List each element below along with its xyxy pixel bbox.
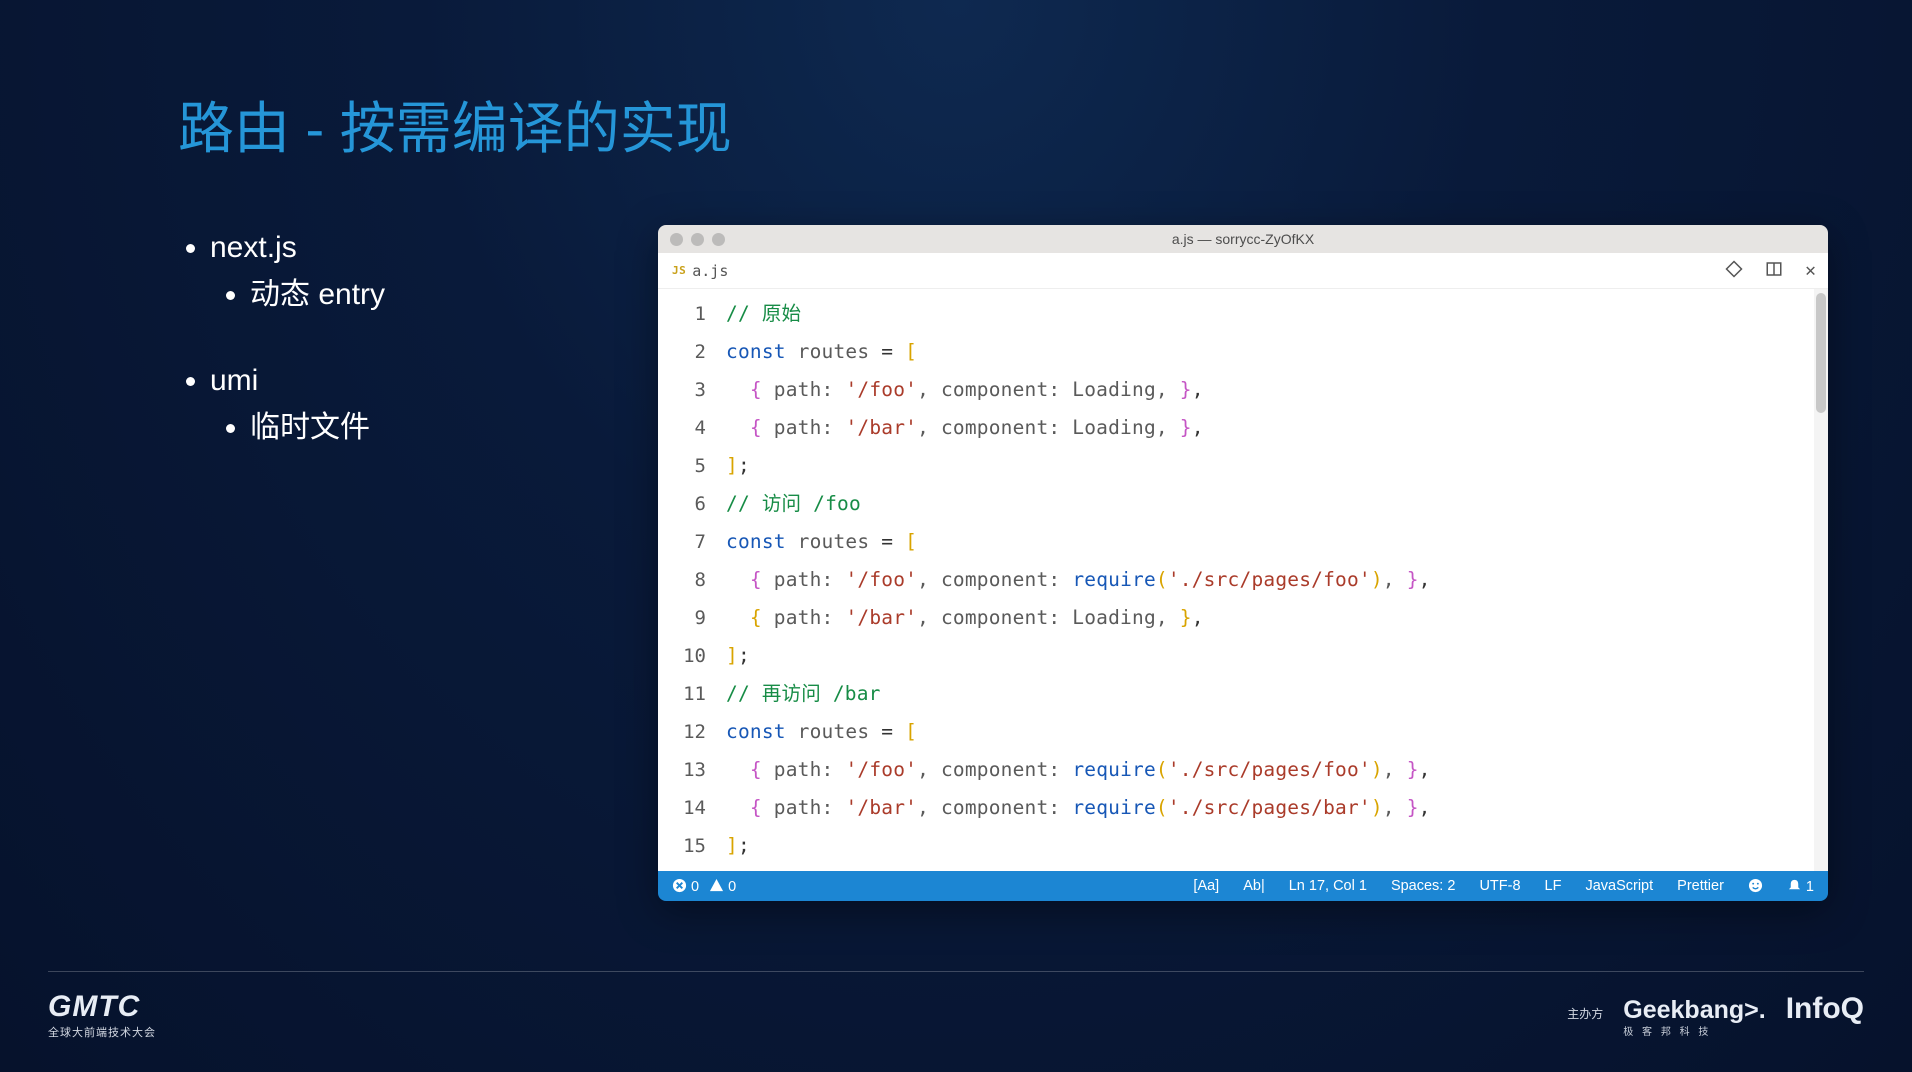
statusbar-item[interactable]: Ab| (1243, 878, 1265, 894)
statusbar-item[interactable]: [Aa] (1193, 878, 1219, 894)
tab-filename[interactable]: a.js (692, 262, 728, 280)
bullet-item: umi临时文件 (210, 358, 598, 451)
geekbang-logo: Geekbang>. (1623, 996, 1765, 1024)
bullet-item: next.js动态 entry (210, 225, 598, 318)
bullet-list: next.js动态 entry umi临时文件 (178, 225, 598, 901)
statusbar-item[interactable]: Spaces: 2 (1391, 878, 1456, 894)
errors-count[interactable]: 0 (672, 878, 699, 895)
scrollbar-thumb[interactable] (1816, 293, 1826, 413)
geekbang-sub: 极 客 邦 科 技 (1623, 1023, 1765, 1038)
window-titlebar: a.js — sorrycc-ZyOfKX (658, 225, 1828, 253)
layout-panels-icon[interactable] (1765, 260, 1783, 282)
feedback-icon[interactable] (1748, 878, 1763, 895)
bullet-subitem: 临时文件 (250, 405, 598, 452)
bullet-subitem: 动态 entry (250, 272, 598, 319)
git-compare-icon[interactable] (1725, 260, 1743, 282)
code-editor-window: a.js — sorrycc-ZyOfKX JS a.js ✕ 12345678… (658, 225, 1828, 901)
close-icon[interactable]: ✕ (1805, 260, 1816, 281)
editor-tabbar: JS a.js ✕ (658, 253, 1828, 289)
scrollbar[interactable] (1814, 289, 1828, 871)
statusbar-item[interactable]: LF (1545, 878, 1562, 894)
gmtc-subtitle: 全球大前端技术大会 (48, 1024, 156, 1040)
notifications-icon[interactable]: 1 (1787, 878, 1814, 895)
sponsor-label: 主办方 (1567, 1005, 1603, 1022)
statusbar-item[interactable]: Prettier (1677, 878, 1724, 894)
line-gutter: 123456789101112131415 (658, 295, 726, 865)
statusbar-item[interactable]: JavaScript (1585, 878, 1653, 894)
slide-footer: GMTC 全球大前端技术大会 主办方 Geekbang>. 极 客 邦 科 技 … (48, 971, 1864, 1040)
window-title: a.js — sorrycc-ZyOfKX (658, 231, 1828, 247)
infoq-logo: InfoQ (1786, 992, 1864, 1026)
code-content[interactable]: // 原始const routes = [ { path: '/foo', co… (726, 295, 1431, 865)
slide-title: 路由 - 按需编译的实现 (0, 0, 1912, 165)
statusbar-item[interactable]: Ln 17, Col 1 (1289, 878, 1367, 894)
statusbar: 0 0 [Aa] Ab| Ln 17, Col 1 Spaces: 2 UTF-8 LF J… (658, 871, 1828, 901)
warnings-count[interactable]: 0 (709, 878, 736, 895)
file-type-badge: JS (672, 264, 686, 277)
gmtc-logo: GMTC (48, 990, 156, 1024)
statusbar-item[interactable]: UTF-8 (1479, 878, 1520, 894)
